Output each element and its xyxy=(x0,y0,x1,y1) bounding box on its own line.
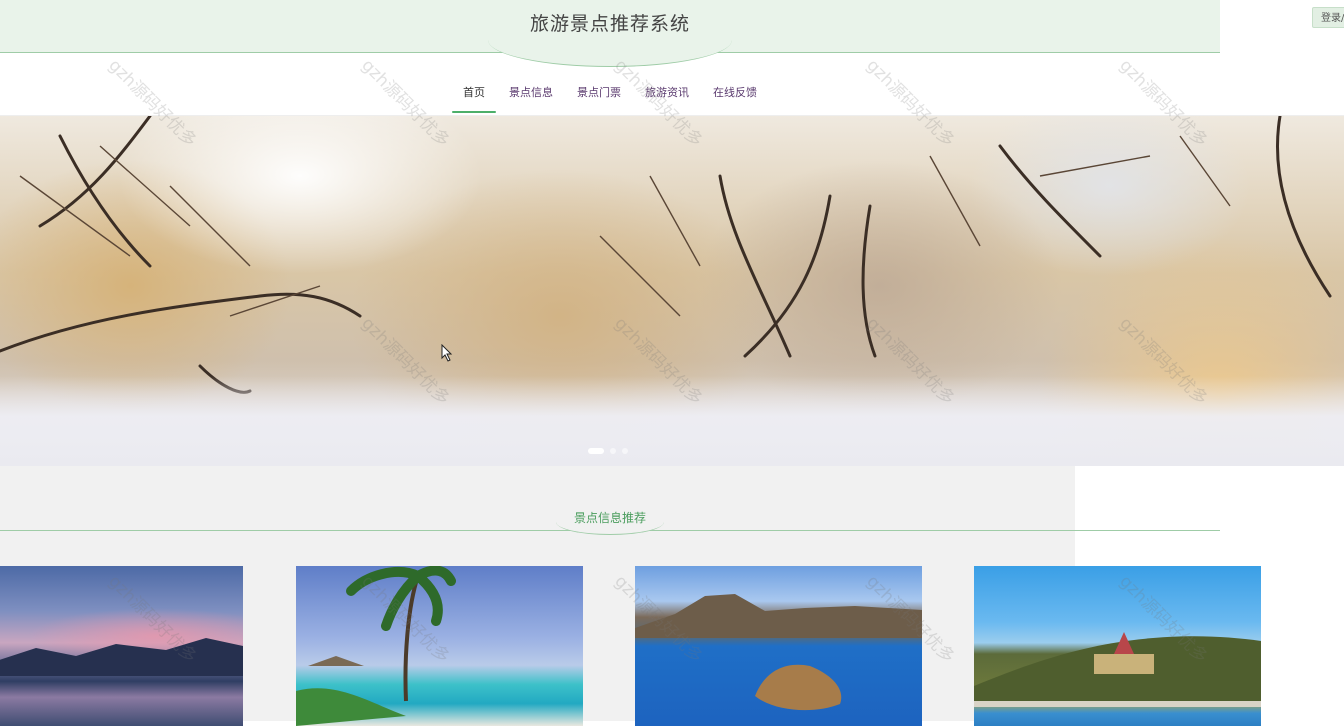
site-title: 旅游景点推荐系统 xyxy=(529,13,690,35)
mouse-pointer-icon xyxy=(441,344,453,362)
nav-item-feedback[interactable]: 在线反馈 xyxy=(701,80,769,114)
nav-item-attractions[interactable]: 景点信息 xyxy=(497,80,565,114)
carousel-dot[interactable] xyxy=(610,448,616,454)
attraction-card-summer-palace[interactable] xyxy=(974,566,1261,726)
section-title: 景点信息推荐 xyxy=(573,511,646,525)
mountain-lake-image xyxy=(0,638,243,676)
palm-beach-image xyxy=(296,566,456,726)
attraction-card-beach[interactable] xyxy=(296,566,583,726)
carousel-indicators xyxy=(588,448,628,454)
attraction-card-island-lake[interactable] xyxy=(635,566,922,726)
carousel-dot[interactable] xyxy=(622,448,628,454)
nav-item-home[interactable]: 首页 xyxy=(451,80,497,114)
island-lake-image xyxy=(635,594,922,711)
nav-item-tickets[interactable]: 景点门票 xyxy=(565,80,633,114)
main-nav: 首页 景点信息 景点门票 旅游资讯 在线反馈 xyxy=(0,80,1220,116)
banner-carousel[interactable] xyxy=(0,116,1344,466)
carousel-dot[interactable] xyxy=(588,448,604,454)
attraction-card-lake-sunset[interactable] xyxy=(0,566,243,726)
palace-hill-image xyxy=(974,632,1261,707)
banner-snow-ground xyxy=(0,376,1344,466)
header-title-tab xyxy=(488,40,732,67)
login-register-button[interactable]: 登录/注册 xyxy=(1312,7,1344,28)
nav-item-news[interactable]: 旅游资讯 xyxy=(633,80,701,114)
